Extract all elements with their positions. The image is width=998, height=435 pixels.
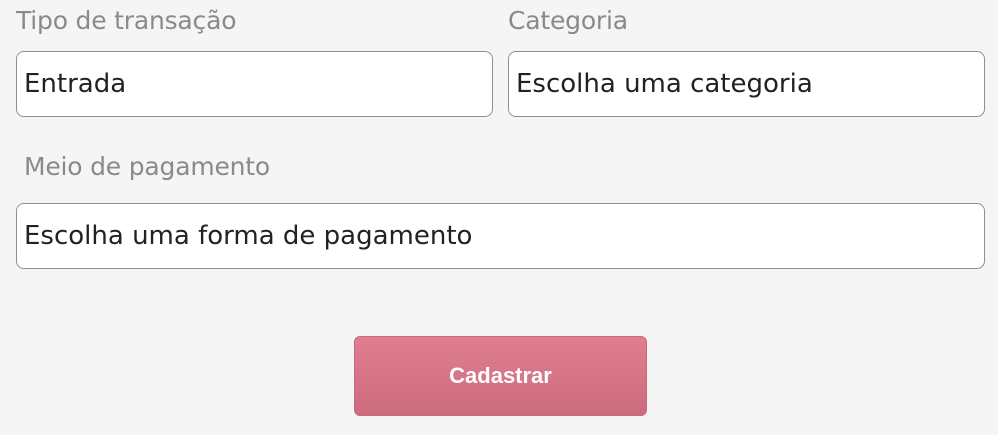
transaction-type-select[interactable]: Entrada [16, 51, 493, 117]
payment-method-label: Meio de pagamento [24, 152, 270, 181]
payment-method-select[interactable]: Escolha uma forma de pagamento [16, 203, 985, 269]
transaction-type-label: Tipo de transação [16, 6, 237, 35]
category-label: Categoria [508, 6, 628, 35]
category-select[interactable]: Escolha uma categoria [508, 51, 985, 117]
submit-button[interactable]: Cadastrar [354, 336, 647, 416]
